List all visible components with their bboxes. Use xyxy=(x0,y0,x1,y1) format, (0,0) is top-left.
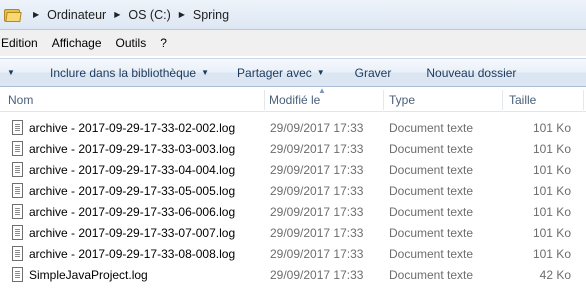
file-size: 101 Ko xyxy=(532,163,571,177)
share-with-button[interactable]: Partager avec ▼ xyxy=(237,66,325,80)
file-name: archive - 2017-09-29-17-33-06-006.log xyxy=(29,205,236,219)
column-header-modified[interactable]: Modifié le xyxy=(269,88,320,112)
column-header-size[interactable]: Taille xyxy=(509,88,536,112)
file-modified: 29/09/2017 17:33 xyxy=(270,226,364,240)
breadcrumb-drive[interactable]: OS (C:) xyxy=(128,8,170,22)
text-file-icon xyxy=(12,267,23,282)
file-row[interactable]: SimpleJavaProject.log 29/09/2017 17:33 D… xyxy=(0,265,586,286)
column-divider[interactable] xyxy=(583,90,584,110)
file-type: Document texte xyxy=(389,226,474,240)
new-folder-button[interactable]: Nouveau dossier xyxy=(426,66,516,80)
chevron-down-icon: ▼ xyxy=(201,68,210,77)
breadcrumb-arrow-icon[interactable]: ▶ xyxy=(33,10,39,19)
file-name: archive - 2017-09-29-17-33-04-004.log xyxy=(29,163,236,177)
breadcrumb-computer[interactable]: Ordinateur xyxy=(47,8,106,22)
include-in-library-label: Inclure dans la bibliothèque xyxy=(50,65,197,80)
menu-bar: Edition Affichage Outils ? xyxy=(0,30,586,56)
file-row[interactable]: archive - 2017-09-29-17-33-04-004.log 29… xyxy=(0,160,586,181)
file-size: 42 Ko xyxy=(539,268,571,282)
file-name: archive - 2017-09-29-17-33-07-007.log xyxy=(29,226,236,240)
file-type: Document texte xyxy=(389,268,474,282)
text-file-icon xyxy=(12,225,23,240)
include-in-library-button[interactable]: Inclure dans la bibliothèque ▼ xyxy=(50,66,209,80)
menu-affichage[interactable]: Affichage xyxy=(52,36,102,50)
file-size: 101 Ko xyxy=(532,247,571,261)
chevron-down-icon: ▼ xyxy=(7,68,15,77)
column-divider[interactable] xyxy=(502,90,503,110)
address-bar[interactable]: ▶ Ordinateur ▶ OS (C:) ▶ Spring xyxy=(0,0,586,30)
burn-button[interactable]: Graver xyxy=(355,66,392,80)
breadcrumb-arrow-icon[interactable]: ▶ xyxy=(114,10,120,19)
file-modified: 29/09/2017 17:33 xyxy=(270,268,364,282)
file-type: Document texte xyxy=(389,142,474,156)
file-modified: 29/09/2017 17:33 xyxy=(270,163,364,177)
file-name: SimpleJavaProject.log xyxy=(29,268,148,282)
breadcrumb-arrow-icon[interactable]: ▶ xyxy=(179,10,185,19)
file-type: Document texte xyxy=(389,247,474,261)
file-type: Document texte xyxy=(389,184,474,198)
file-name: archive - 2017-09-29-17-33-05-005.log xyxy=(29,184,236,198)
file-modified: 29/09/2017 17:33 xyxy=(270,184,364,198)
file-size: 101 Ko xyxy=(532,226,571,240)
column-divider[interactable] xyxy=(264,90,265,110)
file-row[interactable]: archive - 2017-09-29-17-33-02-002.log 29… xyxy=(0,118,586,139)
file-size: 101 Ko xyxy=(532,205,571,219)
file-row[interactable]: archive - 2017-09-29-17-33-08-008.log 29… xyxy=(0,244,586,265)
file-size: 101 Ko xyxy=(532,142,571,156)
file-name: archive - 2017-09-29-17-33-08-008.log xyxy=(29,247,236,261)
text-file-icon xyxy=(12,162,23,177)
file-name: archive - 2017-09-29-17-33-02-002.log xyxy=(29,121,236,135)
column-header-type[interactable]: Type xyxy=(389,88,415,112)
share-with-label: Partager avec xyxy=(237,65,312,80)
text-file-icon xyxy=(12,120,23,135)
file-row[interactable]: archive - 2017-09-29-17-33-03-003.log 29… xyxy=(0,139,586,160)
file-modified: 29/09/2017 17:33 xyxy=(270,142,364,156)
burn-label: Graver xyxy=(354,65,392,80)
file-size: 101 Ko xyxy=(532,184,571,198)
new-folder-label: Nouveau dossier xyxy=(426,65,517,80)
breadcrumb-folder[interactable]: Spring xyxy=(193,8,229,22)
file-size: 101 Ko xyxy=(532,121,571,135)
column-header-row: Nom Modifié le Type Taille xyxy=(0,88,586,112)
text-file-icon xyxy=(12,183,23,198)
file-list: archive - 2017-09-29-17-33-02-002.log 29… xyxy=(0,118,586,286)
command-toolbar: ▼ Inclure dans la bibliothèque ▼ Partage… xyxy=(0,58,586,87)
text-file-icon xyxy=(12,204,23,219)
organize-dropdown-button[interactable]: ▼ xyxy=(7,68,21,77)
text-file-icon xyxy=(12,246,23,261)
file-name: archive - 2017-09-29-17-33-03-003.log xyxy=(29,142,236,156)
column-divider[interactable] xyxy=(383,90,384,110)
menu-outils[interactable]: Outils xyxy=(116,36,147,50)
file-modified: 29/09/2017 17:33 xyxy=(270,205,364,219)
file-type: Document texte xyxy=(389,205,474,219)
menu-edition[interactable]: Edition xyxy=(1,36,38,50)
file-row[interactable]: archive - 2017-09-29-17-33-06-006.log 29… xyxy=(0,202,586,223)
file-modified: 29/09/2017 17:33 xyxy=(270,247,364,261)
file-row[interactable]: archive - 2017-09-29-17-33-07-007.log 29… xyxy=(0,223,586,244)
column-header-name[interactable]: Nom xyxy=(8,88,33,112)
file-modified: 29/09/2017 17:33 xyxy=(270,121,364,135)
file-type: Document texte xyxy=(389,163,474,177)
text-file-icon xyxy=(12,141,23,156)
folder-icon xyxy=(3,7,23,23)
chevron-down-icon: ▼ xyxy=(316,68,325,77)
menu-help[interactable]: ? xyxy=(160,36,167,50)
sort-ascending-icon: ▲ xyxy=(318,86,326,95)
file-row[interactable]: archive - 2017-09-29-17-33-05-005.log 29… xyxy=(0,181,586,202)
file-type: Document texte xyxy=(389,121,474,135)
